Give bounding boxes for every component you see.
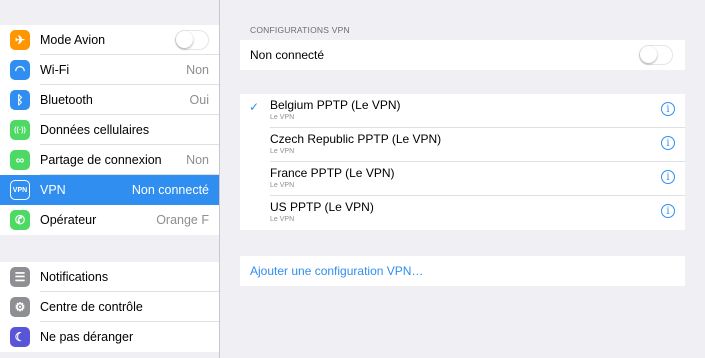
vpn-status-row: Non connecté bbox=[240, 40, 685, 70]
sidebar-item-centre-de-controle[interactable]: ⚙ Centre de contrôle bbox=[0, 292, 219, 322]
sidebar-group-connectivity: ✈ Mode Avion ◠ Wi-Fi Non ᛒ Bluetooth Oui ((·)) Do… bbox=[0, 25, 219, 235]
phone-icon: ✆ bbox=[10, 210, 30, 230]
sidebar-group-system: ☰ Notifications ⚙ Centre de contrôle ☾ Ne pas… bbox=[0, 262, 219, 352]
vpn-config-list: ✓ Belgium PPTP (Le VPN) Le VPN i Czech Repub… bbox=[240, 94, 685, 230]
sidebar-item-label: VPN bbox=[40, 183, 66, 197]
sidebar-item-notifications[interactable]: ☰ Notifications bbox=[0, 262, 219, 292]
bluetooth-icon: ᛒ bbox=[10, 90, 30, 110]
airplane-mode-toggle[interactable] bbox=[175, 30, 209, 50]
vpn-config-row[interactable]: ✓ Belgium PPTP (Le VPN) Le VPN i bbox=[240, 94, 685, 128]
sidebar-item-operateur[interactable]: ✆ Opérateur Orange F bbox=[0, 205, 219, 235]
sidebar-item-label: Centre de contrôle bbox=[40, 300, 143, 314]
vpn-config-row[interactable]: France PPTP (Le VPN) Le VPN i bbox=[240, 162, 685, 196]
vpn-config-provider: Le VPN bbox=[270, 182, 295, 189]
vpn-config-provider: Le VPN bbox=[270, 148, 295, 155]
sidebar-item-mode-avion[interactable]: ✈ Mode Avion bbox=[0, 25, 219, 55]
sidebar-item-partage-de-connexion[interactable]: ∞ Partage de connexion Non bbox=[0, 145, 219, 175]
control-center-icon: ⚙ bbox=[10, 297, 30, 317]
sidebar-item-label: Mode Avion bbox=[40, 33, 106, 47]
settings-sidebar: ✈ Mode Avion ◠ Wi-Fi Non ᛒ Bluetooth Oui ((·)) Do… bbox=[0, 0, 220, 358]
cellular-icon: ((·)) bbox=[10, 120, 30, 140]
checkmark-icon: ✓ bbox=[249, 100, 260, 114]
moon-icon: ☾ bbox=[10, 327, 30, 347]
sidebar-item-label: Partage de connexion bbox=[40, 153, 162, 167]
sidebar-item-value: Oui bbox=[189, 93, 209, 107]
sidebar-item-label: Opérateur bbox=[40, 213, 97, 227]
sidebar-item-ne-pas-deranger[interactable]: ☾ Ne pas déranger bbox=[0, 322, 219, 352]
sidebar-item-value: Orange F bbox=[156, 213, 209, 227]
vpn-status-label: Non connecté bbox=[250, 48, 325, 62]
info-icon[interactable]: i bbox=[661, 170, 675, 184]
sidebar-item-label: Ne pas déranger bbox=[40, 330, 134, 344]
sidebar-item-donnees-cellulaires[interactable]: ((·)) Données cellulaires bbox=[0, 115, 219, 145]
vpn-config-name: France PPTP (Le VPN) bbox=[270, 166, 395, 180]
vpn-config-name: Belgium PPTP (Le VPN) bbox=[270, 98, 401, 112]
sidebar-item-wi-fi[interactable]: ◠ Wi-Fi Non bbox=[0, 55, 219, 85]
notifications-icon: ☰ bbox=[10, 267, 30, 287]
vpn-config-row[interactable]: Czech Republic PPTP (Le VPN) Le VPN i bbox=[240, 128, 685, 162]
vpn-config-provider: Le VPN bbox=[270, 216, 295, 223]
info-icon[interactable]: i bbox=[661, 204, 675, 218]
vpn-status-card: Non connecté bbox=[240, 40, 685, 70]
info-icon[interactable]: i bbox=[661, 102, 675, 116]
info-icon[interactable]: i bbox=[661, 136, 675, 150]
sidebar-item-value: Non connecté bbox=[131, 183, 209, 197]
vpn-config-provider: Le VPN bbox=[270, 114, 295, 121]
add-vpn-config-link[interactable]: Ajouter une configuration VPN… bbox=[250, 264, 423, 278]
hotspot-icon: ∞ bbox=[10, 150, 30, 170]
wifi-icon: ◠ bbox=[10, 60, 30, 80]
vpn-config-name: Czech Republic PPTP (Le VPN) bbox=[270, 132, 442, 146]
add-config-card: Ajouter une configuration VPN… bbox=[240, 256, 685, 286]
vpn-detail-pane: CONFIGURATIONS VPN Non connecté ✓ Belgium… bbox=[220, 0, 705, 358]
sidebar-item-label: Bluetooth bbox=[40, 93, 93, 107]
vpn-toggle[interactable] bbox=[639, 45, 673, 65]
sidebar-item-label: Notifications bbox=[40, 270, 109, 284]
sidebar-item-vpn[interactable]: VPN VPN Non connecté bbox=[0, 175, 219, 205]
section-header: CONFIGURATIONS VPN bbox=[250, 25, 350, 35]
vpn-icon: VPN bbox=[10, 180, 30, 200]
sidebar-item-value: Non bbox=[186, 63, 209, 77]
vpn-config-row[interactable]: US PPTP (Le VPN) Le VPN i bbox=[240, 196, 685, 230]
vpn-config-name: US PPTP (Le VPN) bbox=[270, 200, 374, 214]
airplane-icon: ✈ bbox=[10, 30, 30, 50]
sidebar-item-value: Non bbox=[186, 153, 209, 167]
sidebar-item-bluetooth[interactable]: ᛒ Bluetooth Oui bbox=[0, 85, 219, 115]
sidebar-item-label: Wi-Fi bbox=[40, 63, 70, 77]
sidebar-item-label: Données cellulaires bbox=[40, 123, 150, 137]
